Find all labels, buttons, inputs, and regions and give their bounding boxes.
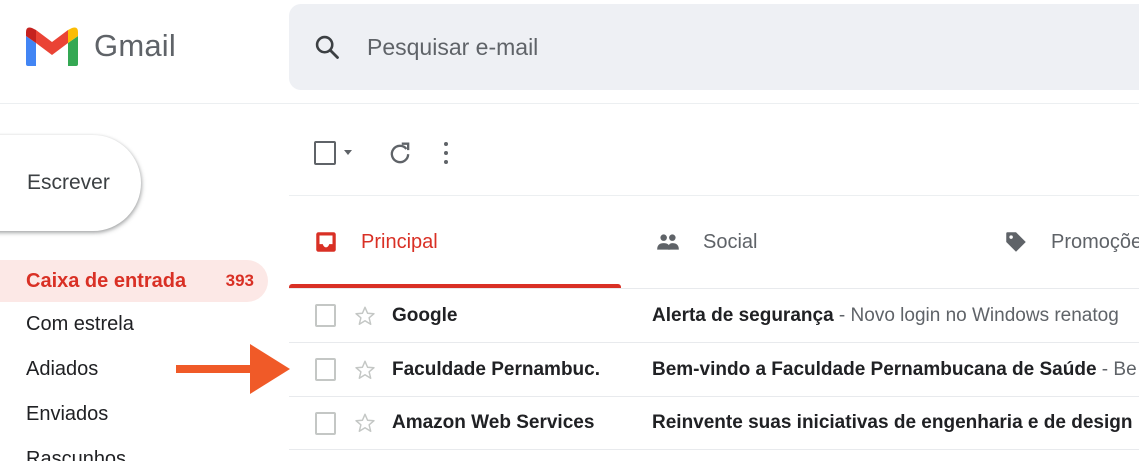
- email-text: Reinvente suas iniciativas de engenharia…: [652, 412, 1139, 434]
- email-row[interactable]: Google Alerta de segurança - Novo login …: [289, 288, 1139, 342]
- email-row[interactable]: Faculdade Pernambuc. Bem-vindo a Faculda…: [289, 342, 1139, 396]
- tab-promocoes[interactable]: Promoções: [1003, 196, 1139, 288]
- email-sender: Amazon Web Services: [392, 412, 595, 433]
- search-icon[interactable]: [313, 33, 341, 61]
- star-icon[interactable]: [354, 359, 376, 381]
- search-input[interactable]: [367, 33, 967, 61]
- caret-down-icon: [344, 150, 352, 155]
- annotation-arrow-icon: [176, 344, 290, 394]
- inbox-icon: [316, 232, 336, 252]
- more-vert-icon[interactable]: [442, 139, 450, 167]
- email-text: Bem-vindo a Faculdade Pernambucana de Sa…: [652, 359, 1139, 381]
- email-snippet: - Be: [1096, 358, 1137, 380]
- tab-principal[interactable]: Principal: [289, 196, 621, 288]
- tab-label: Social: [703, 230, 758, 253]
- row-checkbox[interactable]: [315, 358, 336, 381]
- sidebar-item-label: Rascunhos: [26, 448, 127, 461]
- email-text: Alerta de segurança - Novo login no Wind…: [652, 305, 1139, 327]
- email-sender: Faculdade Pernambuc.: [392, 358, 601, 380]
- email-row[interactable]: Amazon Web Services Reinvente suas inici…: [289, 396, 1139, 450]
- people-icon: [657, 234, 679, 250]
- header-divider: [0, 103, 1139, 104]
- email-subject: Alerta de segurança: [652, 304, 834, 326]
- email-sender: Google: [392, 304, 458, 326]
- row-checkbox[interactable]: [315, 304, 336, 327]
- sidebar-item-label: Com estrela: [26, 313, 134, 335]
- search-bar: [289, 4, 1139, 90]
- row-checkbox[interactable]: [315, 411, 336, 435]
- email-list: Google Alerta de segurança - Novo login …: [289, 288, 1139, 450]
- sidebar-item-label: Enviados: [26, 403, 109, 425]
- tab-label: Promoções: [1051, 230, 1139, 253]
- gmail-logo[interactable]: Gmail: [24, 22, 176, 70]
- gmail-m-icon: [26, 27, 78, 66]
- sidebar-item-drafts[interactable]: Rascunhos: [26, 448, 126, 461]
- star-icon[interactable]: [354, 305, 376, 327]
- email-subject: Bem-vindo a Faculdade Pernambucana de Sa…: [652, 358, 1097, 380]
- checkbox-icon: [314, 140, 336, 165]
- email-snippet: - Novo login no Windows renatog: [833, 304, 1119, 326]
- star-icon[interactable]: [354, 412, 376, 434]
- logo-text: Gmail: [94, 28, 176, 63]
- sidebar-item-sent[interactable]: Enviados: [0, 392, 268, 437]
- compose-label: Escrever: [27, 171, 110, 194]
- select-all-checkbox[interactable]: [300, 140, 352, 165]
- refresh-icon[interactable]: [386, 139, 414, 167]
- list-toolbar: [300, 130, 450, 175]
- tag-icon: [1006, 232, 1026, 252]
- email-subject: Reinvente suas iniciativas de engenharia…: [652, 412, 1133, 433]
- sidebar-item-label: Adiados: [26, 358, 99, 380]
- sidebar-item-label: Caixa de entrada: [26, 269, 187, 292]
- sidebar-item-inbox[interactable]: Caixa de entrada 393: [0, 260, 268, 302]
- unread-count: 393: [225, 271, 254, 290]
- tab-label: Principal: [361, 230, 438, 253]
- compose-button[interactable]: Escrever: [0, 135, 141, 231]
- tab-social[interactable]: Social: [655, 196, 975, 288]
